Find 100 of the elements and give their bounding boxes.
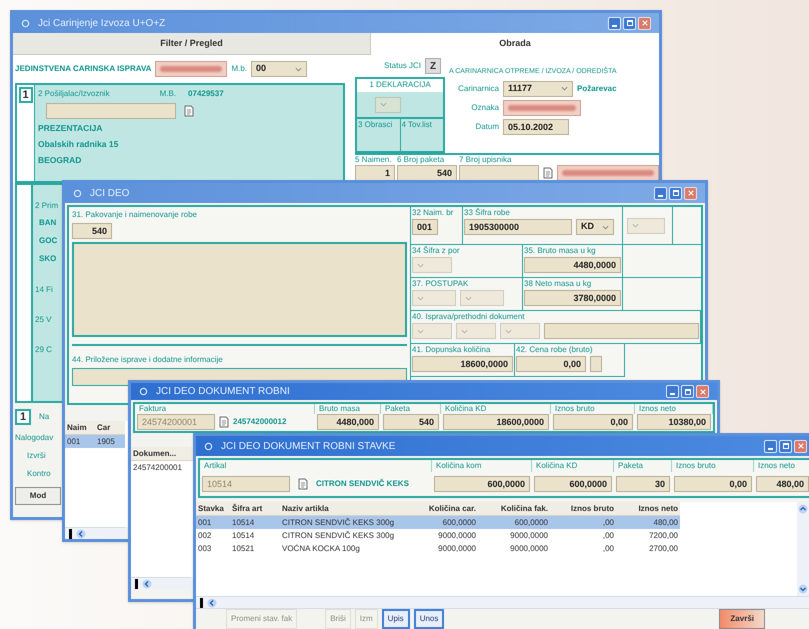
- document-icon: [184, 105, 194, 117]
- column-header[interactable]: Iznos bruto: [550, 502, 616, 514]
- dropdown[interactable]: 00: [251, 61, 308, 77]
- dropdown[interactable]: [500, 323, 540, 339]
- close-icon: [642, 20, 648, 26]
- column-header[interactable]: Stavka: [196, 502, 230, 514]
- field-label: Oznaka: [470, 102, 499, 112]
- office-name: Požarevac: [577, 82, 617, 94]
- close-button[interactable]: [638, 16, 651, 30]
- dropdown[interactable]: [460, 290, 504, 306]
- action-button[interactable]: Unos: [414, 609, 444, 629]
- tab[interactable]: Obrada: [371, 33, 659, 55]
- input-field[interactable]: 0,00: [674, 476, 752, 492]
- tab[interactable]: Filter / Pregled: [13, 33, 371, 55]
- column-header[interactable]: Car: [95, 422, 125, 434]
- input-field[interactable]: 540: [72, 223, 112, 239]
- input-field[interactable]: 3780,0000: [524, 290, 621, 306]
- minimize-button[interactable]: [654, 186, 667, 200]
- input-field[interactable]: [459, 165, 539, 181]
- dropdown[interactable]: [412, 290, 456, 306]
- close-icon: [700, 388, 706, 394]
- close-button[interactable]: Završi: [719, 609, 765, 629]
- table-cell-text: 2700,00: [648, 542, 679, 554]
- section-number: 1: [15, 409, 31, 425]
- table-row[interactable]: 001 1905: [65, 435, 125, 448]
- maximize-icon: [684, 388, 690, 394]
- redacted-field[interactable]: [155, 61, 228, 77]
- input-field[interactable]: 4480,000: [317, 414, 379, 430]
- input-field[interactable]: [46, 103, 176, 119]
- column-header[interactable]: Dokumen...: [131, 448, 193, 460]
- window-title: JCI DEO: [90, 186, 130, 200]
- maximize-button[interactable]: [623, 16, 636, 30]
- action-button[interactable]: Upis: [382, 609, 410, 629]
- maximize-button[interactable]: [779, 440, 792, 452]
- table-cell-text: 001: [66, 436, 82, 448]
- column-header[interactable]: Količina fak.: [478, 502, 550, 514]
- close-button[interactable]: [684, 186, 697, 200]
- input-field[interactable]: [544, 323, 699, 339]
- table-cell-text: ,00: [602, 516, 615, 528]
- input-field[interactable]: 1: [355, 165, 395, 181]
- blurred-value: [160, 66, 222, 72]
- input-field[interactable]: 600,0000: [434, 476, 530, 492]
- redacted-field[interactable]: [557, 165, 659, 181]
- circle-icon: [204, 442, 213, 450]
- column-header[interactable]: Iznos neto: [616, 502, 680, 514]
- close-button[interactable]: [794, 440, 807, 452]
- input-field[interactable]: 10380,00: [637, 414, 711, 430]
- input-field[interactable]: 30: [616, 476, 670, 492]
- input-field[interactable]: 05.10.2002: [503, 118, 569, 134]
- table-cell-text: 003: [197, 542, 212, 554]
- dropdown[interactable]: [375, 96, 401, 112]
- mod-button[interactable]: Mod: [15, 487, 61, 505]
- table-row[interactable]: 003 10521 VOĆNA KOCKA 100g 9000,0000 9000,0000 ,00 2700,00: [196, 542, 680, 555]
- chevron-icon: [380, 102, 387, 107]
- field-label: 37. POSTUPAK: [412, 279, 470, 289]
- input-field[interactable]: 4480,0000: [524, 257, 621, 273]
- dropdown[interactable]: [412, 323, 452, 339]
- input-field[interactable]: 18600,0000: [412, 356, 513, 372]
- window-title: JCI DEO DOKUMENT ROBNI: [156, 385, 291, 399]
- field-label: 6 Broj paketa: [397, 155, 446, 165]
- column-header[interactable]: Šifra art: [230, 502, 280, 514]
- dropdown[interactable]: [456, 323, 496, 339]
- redacted-field[interactable]: [503, 100, 581, 116]
- table-cell-text: VOĆNA KOCKA 100g: [281, 542, 361, 554]
- input-field[interactable]: 540: [383, 414, 439, 430]
- input-field[interactable]: 480,00: [756, 476, 809, 492]
- input-field[interactable]: 001: [412, 219, 438, 235]
- dropdown[interactable]: 11177: [503, 80, 573, 96]
- column-header[interactable]: Naziv artikla: [280, 502, 402, 514]
- field-label: M.b.: [231, 64, 248, 74]
- minimize-button[interactable]: [666, 385, 679, 398]
- field-label: 34 Šifra z por: [412, 246, 461, 256]
- chevron-icon: [461, 328, 468, 334]
- column-header: Iznos neto: [754, 460, 809, 472]
- close-button[interactable]: [696, 385, 709, 398]
- maximize-button[interactable]: [681, 385, 694, 398]
- input-field[interactable]: 600,0000: [534, 476, 612, 492]
- status-field[interactable]: Z: [425, 58, 441, 74]
- text-area[interactable]: [72, 242, 407, 337]
- chevron-icon: [632, 223, 639, 228]
- table-row[interactable]: 001 10514 CITRON SENDVIČ KEKS 300g 600,0000 600,0000 ,00 480,00: [196, 516, 680, 529]
- window-title: Jci Carinjenje Izvoza U+O+Z: [38, 16, 166, 30]
- field-label: Na: [39, 412, 50, 422]
- input-field[interactable]: 0,00: [553, 414, 633, 430]
- dropdown[interactable]: [412, 257, 452, 273]
- column-header[interactable]: Količina car.: [402, 502, 478, 514]
- input-field[interactable]: 18600,0000: [443, 414, 549, 430]
- field-label: Izvrši: [26, 451, 46, 461]
- minimize-button[interactable]: [764, 440, 777, 452]
- field-label: 42. Cena robe (bruto): [516, 345, 594, 355]
- maximize-button[interactable]: [669, 186, 682, 200]
- input-field[interactable]: 540: [397, 165, 457, 181]
- dropdown[interactable]: KD: [576, 219, 614, 235]
- dropdown[interactable]: [627, 218, 665, 234]
- table-row[interactable]: 002 10514 CITRON SENDVIČ KEKS 300g 9000,0000 9000,0000 ,00 7200,00: [196, 529, 680, 542]
- input-field[interactable]: [590, 356, 602, 372]
- column-header[interactable]: Naim: [65, 422, 95, 434]
- minimize-button[interactable]: [608, 16, 621, 30]
- input-field[interactable]: 1905300000: [464, 219, 572, 235]
- input-field[interactable]: 0,00: [516, 356, 586, 372]
